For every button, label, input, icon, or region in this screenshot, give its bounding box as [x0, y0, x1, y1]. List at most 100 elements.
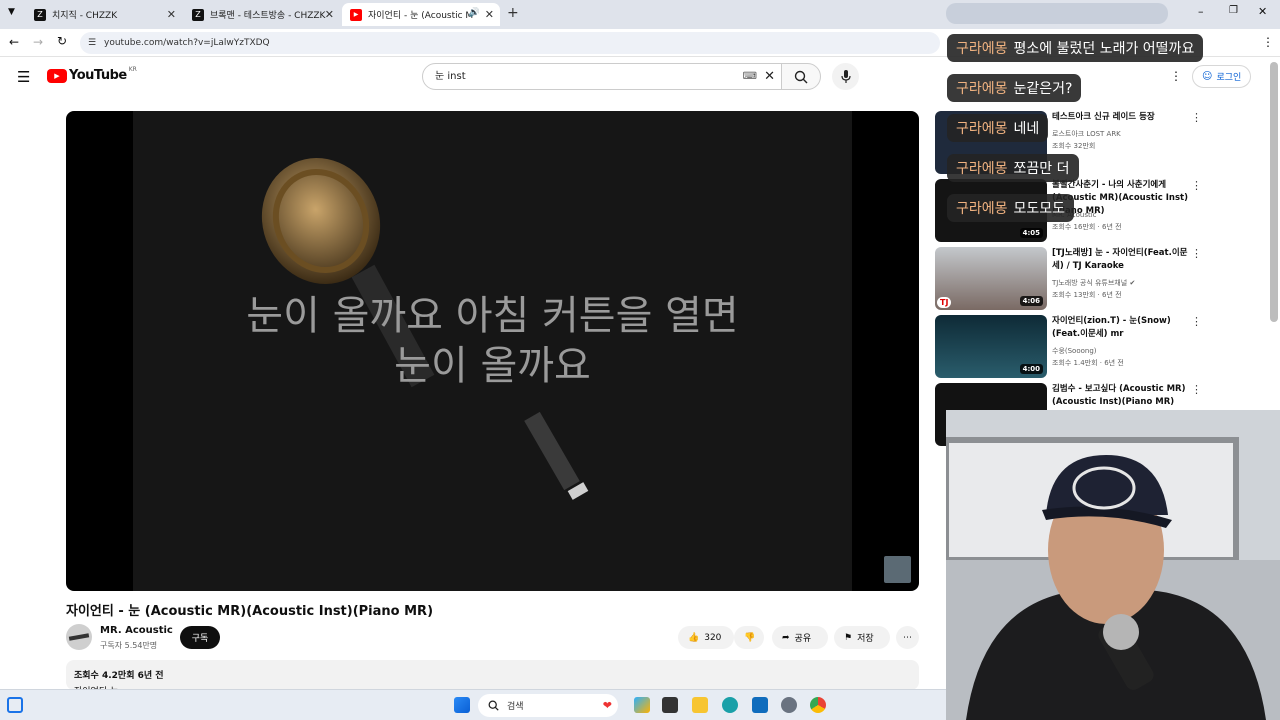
close-icon[interactable]: ✕ — [325, 8, 334, 21]
reload-icon[interactable]: ↻ — [57, 34, 67, 48]
more-icon[interactable]: ⋮ — [1191, 315, 1202, 328]
search-input[interactable]: 눈 inst ⌨ ✕ — [422, 63, 782, 90]
minimize-icon[interactable]: – — [1198, 5, 1204, 18]
tab-chzzk-test[interactable]: Z 브록맨 - 테스트방송 - CHZZK ✕ — [184, 3, 340, 26]
rec-meta: 조회수 32만회 — [1052, 142, 1096, 150]
widgets-icon[interactable] — [7, 697, 23, 713]
video-frame: 눈이 올까요 아침 커튼을 열면 눈이 올까요 — [133, 111, 852, 591]
close-icon[interactable]: ✕ — [167, 8, 176, 21]
voice-search-button[interactable] — [832, 63, 859, 90]
taskbar-search[interactable]: 검색 ❤ — [478, 694, 618, 717]
thumbs-up-icon: 👍 — [688, 632, 700, 643]
duration-badge: 4:00 — [1019, 364, 1043, 374]
more-actions-button[interactable]: ⋯ — [896, 626, 919, 649]
forward-icon[interactable]: → — [33, 35, 43, 49]
file-explorer-icon[interactable] — [692, 697, 708, 713]
channel-avatar[interactable] — [66, 624, 92, 650]
store-icon[interactable] — [752, 697, 768, 713]
recommendation-item[interactable]: 4:00 자이언티(zion.T) - 눈(Snow) (Feat.이문세) m… — [935, 315, 1205, 379]
chrome-icon[interactable] — [810, 697, 826, 713]
rec-channel[interactable]: 수웅(Sooong) — [1052, 346, 1097, 356]
youtube-logo[interactable]: ▶ YouTube KR — [47, 66, 137, 83]
site-info-icon[interactable]: ☰ — [88, 32, 96, 54]
youtube-header: ☰ ▶ YouTube KR 눈 inst ⌨ ✕ ⋮ ☺ 로그인 — [0, 57, 1280, 97]
channel-watermark[interactable] — [884, 556, 911, 583]
close-icon[interactable]: ✕ — [485, 8, 494, 21]
duration-badge: 4:05 — [1019, 228, 1043, 238]
settings-gear-icon[interactable] — [781, 697, 797, 713]
more-icon[interactable]: ⋮ — [1191, 111, 1202, 124]
chat-message: 구라에몽 평소에 불렀던 노래가 어떨까요 — [947, 34, 1204, 62]
search-tabs-bar[interactable] — [946, 3, 1168, 24]
page-scrollbar[interactable] — [1270, 62, 1278, 322]
description-box[interactable]: 조회수 4.2만회 6년 전 자이언티-눈 — [66, 660, 919, 697]
youtube-play-icon: ▶ — [47, 68, 67, 83]
login-label: 로그인 — [1216, 73, 1242, 83]
rec-title[interactable]: 자이언티(zion.T) - 눈(Snow) (Feat.이문세) mr — [1052, 315, 1189, 341]
stand-graphic — [524, 411, 589, 500]
rec-title[interactable]: 테스트아크 신규 레이드 등장 — [1052, 111, 1189, 124]
search-icon — [794, 70, 808, 83]
video-thumbnail[interactable]: TJ 4:06 — [935, 247, 1047, 310]
audio-playing-icon[interactable]: 🔊 — [469, 8, 480, 18]
close-window-icon[interactable]: ✕ — [1258, 5, 1267, 18]
clear-search-icon[interactable]: ✕ — [764, 64, 775, 89]
video-thumbnail[interactable]: 4:00 — [935, 315, 1047, 378]
verified-icon: ✔ — [1129, 279, 1136, 287]
back-icon[interactable]: ← — [9, 35, 19, 49]
rec-channel-name: TJ노래방 공식 유튜브채널 — [1052, 279, 1128, 287]
hamburger-menu-icon[interactable]: ☰ — [17, 68, 30, 86]
tab-youtube[interactable]: ▶ 자이언티 - 눈 (Acoustic M 🔊 ✕ — [342, 3, 500, 26]
task-view-icon[interactable] — [662, 697, 678, 713]
chzzk-icon: Z — [34, 8, 46, 21]
login-button[interactable]: ☺ 로그인 — [1192, 65, 1252, 88]
rec-meta: 조회수 13만회 · 6년 전 — [1052, 291, 1122, 299]
restore-icon[interactable]: ❐ — [1229, 5, 1238, 16]
more-icon[interactable]: ⋮ — [1191, 247, 1202, 260]
windows-start-icon[interactable] — [454, 697, 470, 713]
url-field[interactable]: ☰ youtube.com/watch?v=jLalwYzTXDQ — [80, 32, 940, 54]
channel-name[interactable]: MR. Acoustic — [100, 625, 173, 636]
recommendation-item[interactable]: TJ 4:06 [TJ노래방] 눈 - 자이언티(Feat.이문세) / TJ … — [935, 247, 1205, 311]
tab-search-chevron-icon[interactable]: ▼ — [8, 7, 15, 17]
chat-nickname: 구라에몽 — [956, 201, 1008, 217]
chat-text: 모도모도 — [1013, 201, 1066, 217]
video-player[interactable]: 눈이 올까요 아침 커튼을 열면 눈이 올까요 — [66, 111, 919, 591]
tab-chzzk[interactable]: Z 치지직 - CHZZK ✕ — [26, 3, 182, 26]
youtube-icon: ▶ — [350, 8, 362, 21]
save-button[interactable]: ⚑ 저장 — [834, 626, 890, 649]
like-button[interactable]: 👍 320 — [678, 626, 734, 649]
thumbs-down-icon: 👎 — [744, 632, 756, 643]
chat-nickname: 구라에몽 — [956, 81, 1008, 97]
chat-text: 쪼끔만 더 — [1013, 161, 1070, 177]
windows-taskbar: 검색 ❤ — [0, 689, 946, 720]
search-icon — [488, 700, 499, 711]
keyboard-icon[interactable]: ⌨ — [743, 64, 757, 89]
rec-meta: 조회수 16만회 · 6년 전 — [1052, 223, 1122, 231]
more-icon[interactable]: ⋮ — [1191, 179, 1202, 192]
edge-icon[interactable] — [722, 697, 738, 713]
lyric-line-2: 눈이 올까요 — [394, 343, 591, 389]
dislike-button[interactable]: 👎 — [734, 626, 764, 649]
microphone-icon — [68, 633, 90, 641]
more-icon[interactable]: ⋮ — [1191, 383, 1202, 396]
taskbar-search-label: 검색 — [507, 702, 524, 712]
rec-channel[interactable]: TJ노래방 공식 유튜브채널 ✔ — [1052, 278, 1135, 288]
rec-title[interactable]: [TJ노래방] 눈 - 자이언티(Feat.이문세) / TJ Karaoke — [1052, 247, 1189, 273]
more-icon: ⋯ — [903, 632, 912, 643]
rec-channel[interactable]: 로스트아크 LOST ARK — [1052, 129, 1121, 139]
search-button[interactable] — [781, 63, 821, 90]
copilot-icon[interactable] — [634, 697, 650, 713]
save-label: 저장 — [857, 634, 874, 644]
share-button[interactable]: ➦ 공유 — [772, 626, 828, 649]
subscribe-button[interactable]: 구독 — [180, 626, 220, 649]
browser-tab-strip: ▼ Z 치지직 - CHZZK ✕ Z 브록맨 - 테스트방송 - CHZZK … — [0, 0, 1280, 29]
rec-title[interactable]: 김범수 - 보고싶다 (Acoustic MR)(Acoustic Inst)(… — [1052, 383, 1189, 409]
menu-dots-icon[interactable]: ⋮ — [1262, 35, 1274, 49]
chat-nickname: 구라에몽 — [956, 161, 1008, 177]
new-tab-button[interactable]: + — [507, 5, 519, 21]
hearts-icon: ❤ — [602, 699, 612, 712]
bookmark-icon: ⚑ — [844, 632, 853, 643]
settings-dots-icon[interactable]: ⋮ — [1170, 69, 1182, 83]
tj-logo: TJ — [937, 297, 952, 308]
